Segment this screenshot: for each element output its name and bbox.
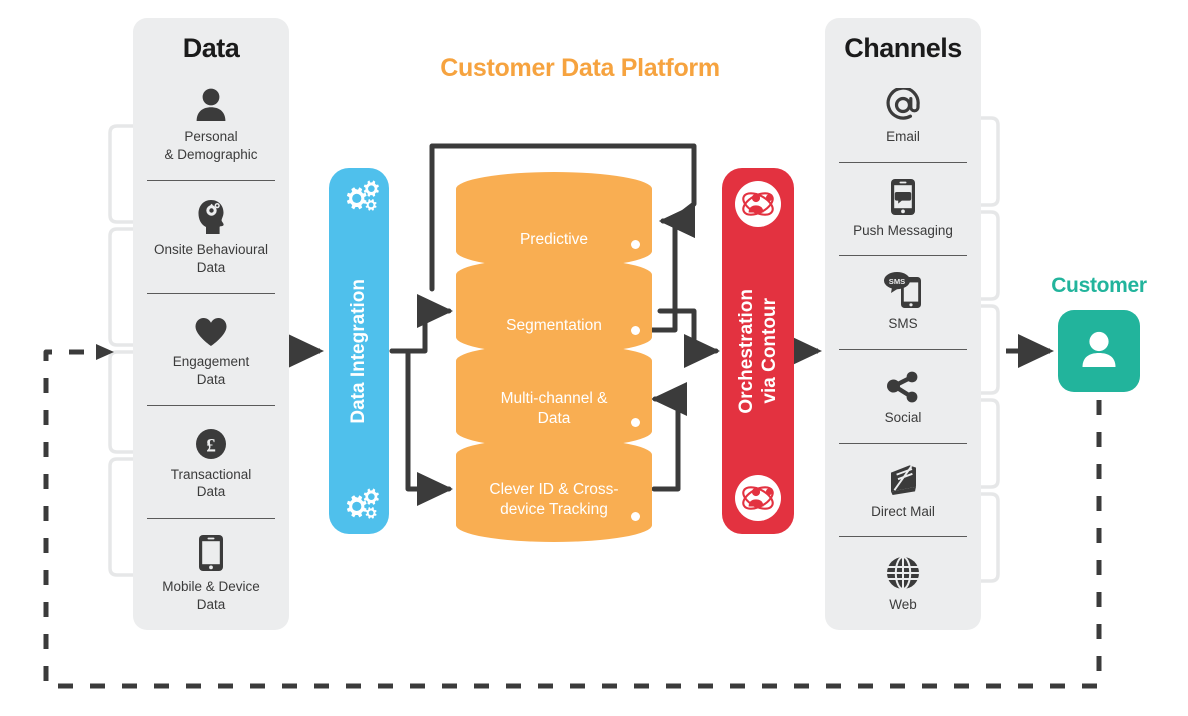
platform-layer-segmentation[interactable]: Segmentation — [456, 258, 652, 354]
channel-item-label: Email — [886, 128, 920, 144]
arrow-integration-to-cleverid — [389, 348, 453, 506]
customer-person-icon — [1075, 325, 1123, 378]
customer-node[interactable] — [1058, 310, 1140, 392]
svg-text:£: £ — [206, 435, 216, 456]
data-item-engagement[interactable]: Engagement Data — [133, 292, 289, 405]
channel-item-direct-mail[interactable]: Direct Mail — [825, 442, 981, 537]
customer-label: Customer — [1051, 274, 1147, 297]
heart-icon — [194, 309, 228, 347]
channels-panel-title: Channels — [844, 33, 962, 63]
gears-icon — [338, 488, 380, 522]
data-item-mobile-device[interactable]: Mobile & Device Data — [133, 517, 289, 630]
orchestration-bar[interactable]: Orchestration via Contour — [722, 168, 794, 534]
data-item-onsite-behavioural[interactable]: Onsite Behavioural Data — [133, 180, 289, 292]
svg-text:SMS: SMS — [889, 277, 905, 286]
at-sign-icon — [886, 84, 920, 122]
data-panel-title: Data — [182, 33, 240, 63]
layer-dot — [631, 418, 640, 427]
data-item-label: Personal & Demographic — [164, 129, 258, 163]
platform-layer-label: Predictive — [519, 231, 589, 248]
head-gear-icon — [196, 197, 226, 235]
channel-item-email[interactable]: Email — [825, 68, 981, 162]
platform-layer-multichannel[interactable]: Multi-channel & Data — [456, 344, 652, 448]
channel-item-label: Web — [889, 597, 917, 613]
platform-layer-label: Clever ID & Cross- device Tracking — [489, 481, 619, 518]
platform-layer-label: Multi-channel & Data — [500, 390, 608, 427]
channel-item-label: Direct Mail — [871, 503, 935, 519]
channels-panel: Channels Email Push Messaging SMS SMS So… — [825, 18, 981, 630]
data-item-transactional[interactable]: £ Transactional Data — [133, 405, 289, 517]
cdp-diagram: Data Personal & Demographic Onsite Behav… — [0, 0, 1188, 716]
mail-booklet-icon — [885, 459, 921, 497]
channels-item-list: Email Push Messaging SMS SMS Social Dire… — [825, 68, 981, 630]
data-integration-bar[interactable]: Data Integration — [329, 168, 389, 534]
channel-item-social[interactable]: Social — [825, 349, 981, 443]
data-integration-label: Data Integration — [348, 278, 370, 424]
arrow-integration-to-segmentation — [389, 294, 453, 354]
feedback-cleverid-to-multichannel — [651, 382, 688, 492]
orchestration-label: Orchestration via Contour — [735, 288, 780, 414]
data-sources-panel: Data Personal & Demographic Onsite Behav… — [133, 18, 289, 630]
layer-dot — [631, 240, 640, 249]
data-item-list: Personal & Demographic Onsite Behavioura… — [133, 68, 289, 630]
channel-item-sms[interactable]: SMS SMS — [825, 255, 981, 349]
channel-item-label: Push Messaging — [853, 222, 953, 238]
data-item-label: Engagement Data — [172, 354, 250, 388]
pound-coin-icon: £ — [195, 422, 227, 460]
data-item-personal[interactable]: Personal & Demographic — [133, 68, 289, 180]
person-icon — [195, 84, 227, 122]
push-notification-icon — [890, 178, 916, 216]
share-icon — [886, 365, 920, 403]
channel-item-label: Social — [884, 409, 922, 425]
channel-item-label: SMS — [888, 316, 918, 332]
contour-atom-icon — [734, 180, 782, 228]
globe-icon — [886, 552, 920, 591]
data-item-label: Mobile & Device Data — [162, 579, 260, 612]
feedback-segmentation-to-predictive — [649, 204, 696, 333]
platform-layer-label: Segmentation — [506, 317, 602, 334]
layer-dot — [631, 326, 640, 335]
layer-dot — [631, 512, 640, 521]
platform-layer-clever-id[interactable]: Clever ID & Cross- device Tracking — [456, 438, 652, 544]
sms-icon: SMS — [883, 271, 923, 309]
channel-item-push-messaging[interactable]: Push Messaging — [825, 161, 981, 256]
platform-layer-predictive[interactable]: Predictive — [456, 172, 652, 268]
gears-icon — [338, 180, 380, 214]
platform-title: Customer Data Platform — [440, 54, 720, 82]
contour-atom-icon — [734, 474, 782, 522]
platform-cylinder-stack: Predictive Segmentation Multi-channel & … — [456, 172, 652, 542]
data-item-label: Onsite Behavioural Data — [153, 241, 269, 275]
data-item-label: Transactional Data — [170, 466, 252, 500]
arrow-platform-to-orchestration — [657, 308, 720, 368]
customer-feedback-arrowhead — [96, 344, 114, 360]
mobile-phone-icon — [198, 534, 224, 572]
channel-item-web[interactable]: Web — [825, 536, 981, 630]
